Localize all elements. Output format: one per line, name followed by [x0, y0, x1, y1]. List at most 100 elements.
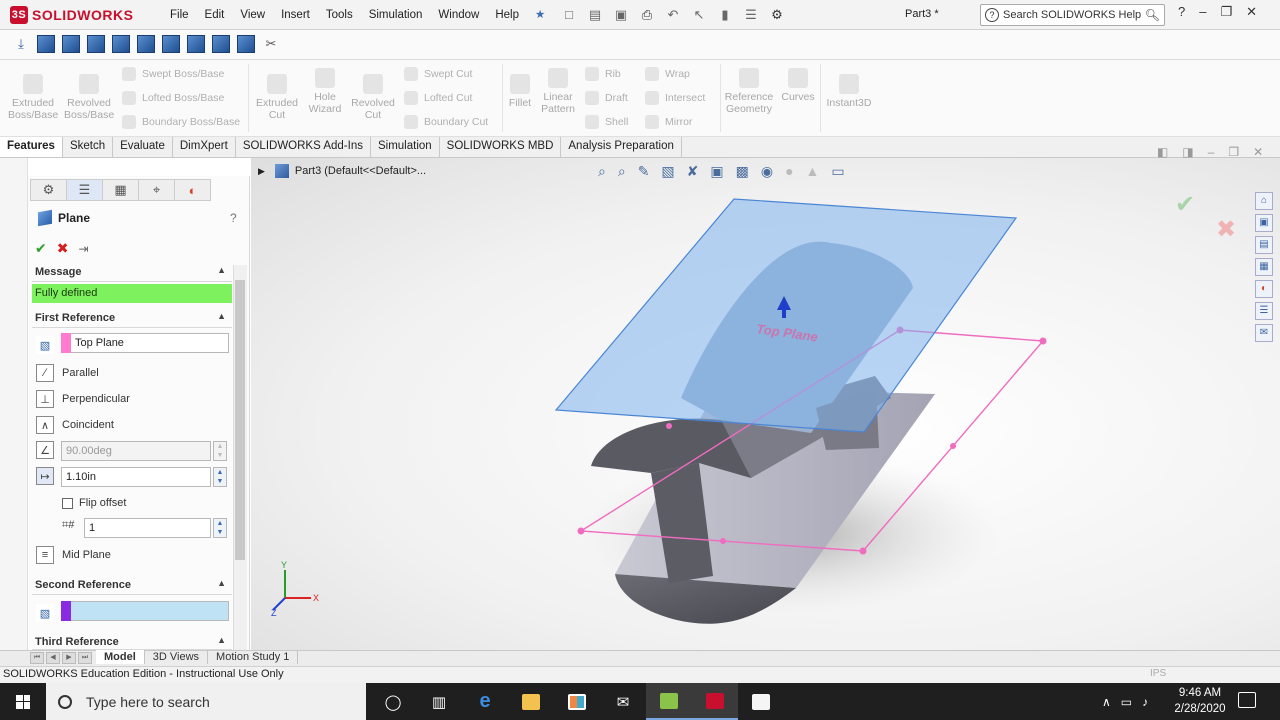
instances-spinner[interactable]: ▲ ▼ — [213, 518, 227, 538]
plane-handle[interactable] — [950, 443, 956, 449]
minimize-icon[interactable]: – — [1199, 4, 1206, 20]
3d-model-view[interactable]: Top Plane Y X Z — [251, 158, 1280, 650]
instant3d-button[interactable]: Instant3D — [824, 74, 874, 109]
fillet-button[interactable]: Fillet — [505, 74, 535, 109]
plane-handle[interactable] — [859, 547, 867, 555]
new-document-icon[interactable]: □ — [560, 6, 578, 24]
file-explorer-icon[interactable]: ▤ — [1255, 236, 1273, 254]
help-menu-icon[interactable]: ? — [1178, 4, 1185, 20]
flip-offset-check[interactable] — [62, 497, 73, 509]
property-manager-icon[interactable]: ☰ — [66, 179, 103, 201]
save-icon[interactable]: ▣ — [612, 6, 630, 24]
parallel-option[interactable]: ∕ Parallel — [36, 364, 99, 382]
search-icon[interactable]: 🔍︎ — [1145, 8, 1160, 22]
next-tab-icon[interactable]: ▶ — [62, 652, 76, 664]
design-library-icon[interactable]: ▣ — [1255, 214, 1273, 232]
instances-input[interactable]: 1 — [84, 518, 211, 538]
tab-mbd[interactable]: SOLIDWORKS MBD — [440, 137, 562, 157]
section-view-icon[interactable]: ▧ — [661, 163, 674, 180]
tab-evaluate[interactable]: Evaluate — [113, 137, 173, 157]
boundary-boss-button[interactable]: Boundary Boss/Base — [122, 115, 240, 129]
right-view-icon[interactable] — [112, 35, 130, 53]
linear-pattern-button[interactable]: Linear Pattern — [538, 68, 578, 115]
close-icon[interactable]: ✕ — [1246, 4, 1257, 20]
left-view-icon[interactable] — [87, 35, 105, 53]
front-view-icon[interactable] — [37, 35, 55, 53]
taskbar-clock[interactable]: 9:46 AM 2/28/2020 — [1170, 685, 1230, 717]
offset-distance-option[interactable]: ↦ — [36, 467, 62, 485]
pin-icon[interactable]: ★ — [527, 6, 545, 24]
dynamic-annotation-icon[interactable]: ✘ — [687, 163, 699, 180]
feature-tree-breadcrumb[interactable]: ▶ Part3 (Default<<Default>... — [258, 164, 426, 178]
measure-icon[interactable]: ✂ — [262, 35, 280, 53]
tab-3d-views[interactable]: 3D Views — [145, 650, 209, 664]
second-reference-header[interactable]: Second Reference ▲ — [32, 577, 232, 595]
taskbar-search-box[interactable]: Type here to search — [46, 683, 366, 720]
tab-motion-study[interactable]: Motion Study 1 — [208, 650, 299, 664]
edge-browser-icon[interactable]: e — [462, 683, 508, 720]
isometric-view-icon[interactable] — [187, 35, 205, 53]
swept-cut-button[interactable]: Swept Cut — [404, 67, 472, 81]
plane-handle[interactable] — [666, 423, 672, 429]
display-style-icon[interactable]: ▩ — [736, 163, 749, 180]
options-gear-icon[interactable]: ⚙ — [768, 6, 786, 24]
tab-simulation[interactable]: Simulation — [371, 137, 440, 157]
store-icon[interactable] — [554, 683, 600, 720]
open-icon[interactable]: ▤ — [586, 6, 604, 24]
cancel-x-icon[interactable]: ✖ — [57, 240, 69, 257]
help-icon[interactable]: ? — [230, 211, 237, 225]
flip-offset-checkbox[interactable]: Flip offset — [62, 497, 127, 509]
custom-properties-icon[interactable]: ☰ — [1255, 302, 1273, 320]
plane-handle[interactable] — [577, 527, 585, 535]
mail-icon[interactable]: ✉ — [600, 683, 646, 720]
confirmation-cancel-icon[interactable]: ✖ — [1216, 215, 1236, 244]
collapse-chevron-icon[interactable]: ▲ — [217, 311, 226, 321]
tab-addins[interactable]: SOLIDWORKS Add-Ins — [236, 137, 371, 157]
angle-input[interactable]: 90.00deg — [61, 441, 211, 461]
tab-sketch[interactable]: Sketch — [63, 137, 114, 157]
wrap-button[interactable]: Wrap — [645, 67, 690, 81]
distance-spinner[interactable]: ▲ ▼ — [213, 467, 227, 487]
tab-dimxpert[interactable]: DimXpert — [173, 137, 236, 157]
expand-arrow-icon[interactable]: ▶ — [258, 166, 265, 177]
task-view-icon[interactable]: ▥ — [416, 683, 462, 720]
boundary-cut-button[interactable]: Boundary Cut — [404, 115, 488, 129]
intersect-button[interactable]: Intersect — [645, 91, 705, 105]
lofted-cut-button[interactable]: Lofted Cut — [404, 91, 472, 105]
cortana-icon[interactable]: ◯ — [370, 683, 416, 720]
tab-analysis-prep[interactable]: Analysis Preparation — [561, 137, 682, 157]
tray-expand-icon[interactable]: ∧ — [1102, 695, 1111, 709]
offset-distance-input[interactable]: 1.10in — [61, 467, 211, 487]
extruded-boss-button[interactable]: Extruded Boss/Base — [8, 74, 58, 121]
hole-wizard-button[interactable]: Hole Wizard — [302, 68, 348, 115]
ok-check-icon[interactable]: ✔ — [35, 240, 47, 257]
plane-handle[interactable] — [720, 538, 726, 544]
normal-to-icon[interactable]: ⤓ — [12, 35, 30, 53]
draft-button[interactable]: Draft — [585, 91, 628, 105]
viewport-close-icon[interactable]: ✕ — [1253, 145, 1263, 159]
restore-icon[interactable]: ❐ — [1220, 4, 1232, 20]
notifications-icon[interactable] — [1238, 692, 1256, 708]
revolved-cut-button[interactable]: Revolved Cut — [348, 74, 398, 121]
viewport-minimize-icon[interactable]: – — [1208, 145, 1215, 159]
menu-insert[interactable]: Insert — [273, 9, 318, 21]
shell-button[interactable]: Shell — [585, 115, 628, 129]
feature-manager-icon[interactable]: ⚙ — [30, 179, 67, 201]
zoom-area-icon[interactable]: ⌕ — [618, 163, 626, 180]
home-icon[interactable]: ⌂ — [1255, 192, 1273, 210]
dimetric-view-icon[interactable] — [237, 35, 255, 53]
reference-geometry-button[interactable]: Reference Geometry — [722, 68, 776, 115]
menu-simulation[interactable]: Simulation — [361, 9, 431, 21]
hide-show-icon[interactable]: ◉ — [761, 163, 773, 180]
solidworks-taskbar-icon[interactable] — [692, 683, 738, 720]
rebuild-icon[interactable]: ▮ — [716, 6, 734, 24]
file-explorer-icon[interactable] — [508, 683, 554, 720]
file-properties-icon[interactable]: ☰ — [742, 6, 760, 24]
collapse-chevron-icon[interactable]: ▲ — [217, 635, 226, 645]
second-reference-selection[interactable] — [61, 601, 229, 621]
third-reference-header[interactable]: Third Reference ▲ — [32, 634, 232, 650]
revolved-boss-button[interactable]: Revolved Boss/Base — [64, 74, 114, 121]
dimxpert-manager-icon[interactable]: ⌖ — [138, 179, 175, 201]
units-indicator[interactable]: IPS — [1150, 668, 1166, 679]
app-green-icon[interactable] — [646, 683, 692, 720]
